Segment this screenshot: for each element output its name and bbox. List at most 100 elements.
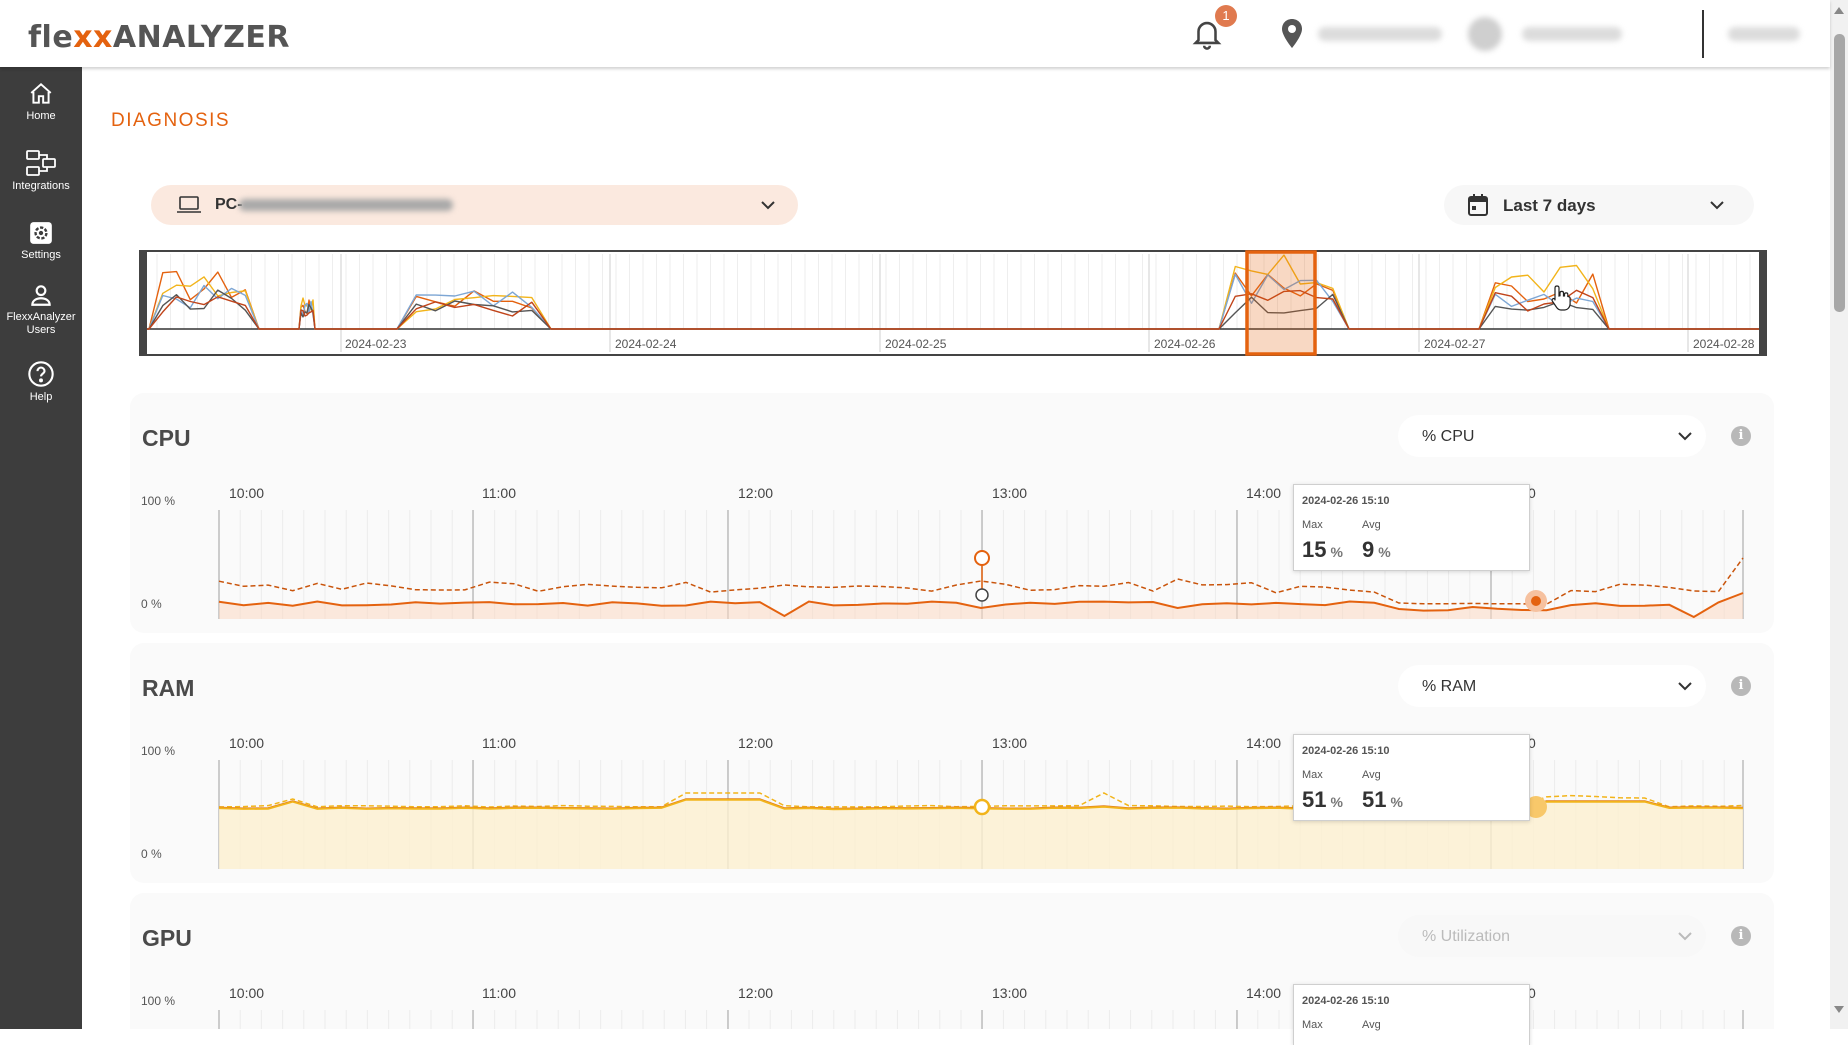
hand-cursor-icon	[1551, 285, 1571, 311]
tooltip-max-label: Max	[1302, 519, 1323, 531]
chevron-down-icon	[1678, 432, 1692, 441]
overview-date-label: 2024-02-23	[345, 337, 407, 351]
info-icon[interactable]: i	[1731, 426, 1751, 446]
settings-icon	[30, 222, 52, 244]
tooltip-avg-label: Avg	[1362, 769, 1381, 781]
chart-tooltip: 2024-02-26 15:10 Max Avg	[1293, 984, 1530, 1045]
header-divider	[1702, 10, 1704, 58]
tooltip-max-value: 15%	[1302, 537, 1343, 562]
user-icon	[31, 285, 51, 306]
y-axis-max-label: 100 %	[141, 994, 176, 1008]
time-label: 11:00	[482, 735, 516, 751]
calendar-icon	[1468, 194, 1488, 216]
time-label: 10:00	[229, 485, 265, 501]
chart-tooltip: 2024-02-26 15:10 Max Avg 15% 9%	[1293, 484, 1530, 571]
overview-date-label: 2024-02-25	[885, 337, 947, 351]
overview-date-label: 2024-02-27	[1424, 337, 1486, 351]
location-pin-icon[interactable]	[1280, 18, 1304, 50]
sidebar-item-help[interactable]: Help	[0, 360, 82, 404]
sidebar-item-label: Users	[26, 324, 56, 336]
time-label: 12:00	[738, 985, 774, 1001]
time-label: 14:00	[1246, 485, 1282, 501]
tenant-text[interactable]	[1728, 27, 1800, 41]
y-axis-max-label: 100 %	[141, 744, 176, 758]
chart-tooltip: 2024-02-26 15:10 Max Avg 51% 51%	[1293, 734, 1530, 821]
time-label: 12:00	[738, 485, 774, 501]
sidebar-item-home[interactable]: Home	[0, 81, 82, 123]
panel-title: GPU	[142, 925, 192, 951]
y-axis-min-label: 0 %	[141, 597, 162, 611]
scrollbar-thumb[interactable]	[1834, 34, 1845, 312]
top-bar: flexxANALYZER 1	[0, 0, 1830, 67]
gpu-panel: GPU % Utilization i 100 % 10:00 11:00 12…	[130, 893, 1774, 1045]
sidebar-item-integrations[interactable]: Integrations	[0, 149, 82, 193]
panel-title: CPU	[142, 425, 191, 451]
gpu-metric-select[interactable]: % Utilization	[1398, 915, 1706, 957]
cpu-panel: CPU % CPU i 100 % 0 % 10:00 11:00 12:00 …	[130, 393, 1774, 633]
tooltip-date: 2024-02-26 15:10	[1302, 745, 1390, 757]
ram-hover-point	[973, 798, 991, 816]
y-axis-max-label: 100 %	[141, 494, 176, 508]
time-label: 14:00	[1246, 985, 1282, 1001]
y-axis-min-label: 0 %	[141, 847, 162, 861]
info-icon[interactable]: i	[1731, 926, 1751, 946]
chevron-down-icon	[1678, 932, 1692, 941]
tooltip-max-label: Max	[1302, 769, 1323, 781]
overview-date-label: 2024-02-24	[615, 337, 677, 351]
sidebar-item-label: Settings	[21, 249, 61, 261]
chevron-down-icon	[761, 201, 775, 210]
sidebar-item-settings[interactable]: Settings	[0, 220, 82, 262]
info-icon[interactable]: i	[1731, 676, 1751, 696]
cpu-hover-point	[974, 550, 990, 566]
scroll-down-icon[interactable]	[1834, 1006, 1844, 1014]
device-name-redacted	[239, 199, 453, 211]
time-label: 13:00	[992, 985, 1028, 1001]
sidebar-item-label: Help	[29, 391, 53, 403]
overview-timeline[interactable]: 2024-02-23 2024-02-24 2024-02-25 2024-02…	[139, 250, 1767, 356]
tooltip-date: 2024-02-26 15:10	[1302, 495, 1390, 507]
notification-badge: 1	[1215, 5, 1237, 27]
ram-panel: RAM % RAM i 100 % 0 % 10:00 11:00 12:00 …	[130, 643, 1774, 883]
laptop-icon	[177, 196, 201, 213]
chevron-down-icon	[1678, 682, 1692, 691]
tooltip-max-label: Max	[1302, 1019, 1323, 1031]
tooltip-avg-label: Avg	[1362, 1019, 1381, 1031]
avatar[interactable]	[1468, 17, 1502, 51]
ram-metric-select[interactable]: % RAM	[1398, 665, 1706, 707]
time-label: 11:00	[482, 485, 516, 501]
overview-date-label: 2024-02-26	[1154, 337, 1216, 351]
tooltip-avg-value: 9%	[1362, 537, 1391, 562]
location-text[interactable]	[1318, 27, 1442, 41]
time-label: 12:00	[738, 735, 774, 751]
metric-select-value: % Utilization	[1422, 928, 1511, 945]
page-title: DIAGNOSIS	[111, 110, 231, 131]
device-select[interactable]: PC-	[151, 185, 798, 225]
metric-select-value: % CPU	[1422, 428, 1475, 445]
sidebar-item-users[interactable]: FlexxAnalyzer Users	[0, 282, 82, 337]
cpu-cursor-point	[1531, 596, 1541, 606]
overview-date-label: 2024-02-28	[1693, 337, 1755, 351]
metric-select-value: % RAM	[1422, 678, 1477, 695]
sidebar-item-label: Integrations	[12, 180, 70, 192]
cpu-metric-select[interactable]: % CPU	[1398, 415, 1706, 457]
overview-right-handle	[1759, 250, 1767, 356]
scroll-up-icon[interactable]	[1834, 6, 1844, 14]
tooltip-max-value: 51%	[1302, 787, 1343, 812]
overview-left-handle	[139, 250, 147, 356]
home-icon	[30, 82, 52, 104]
integrations-icon	[26, 150, 56, 176]
tooltip-avg-value: 51%	[1362, 787, 1403, 812]
chevron-down-icon	[1710, 201, 1724, 210]
help-icon	[28, 361, 54, 387]
date-range-select[interactable]: Last 7 days	[1444, 185, 1754, 225]
sidebar-item-label: Home	[26, 110, 56, 122]
sidebar: Home Integrations Settings FlexxAnalyzer…	[0, 67, 82, 1029]
tooltip-avg-label: Avg	[1362, 519, 1381, 531]
panel-title: RAM	[142, 675, 195, 701]
date-range-value: Last 7 days	[1503, 196, 1596, 215]
time-label: 13:00	[992, 735, 1028, 751]
time-label: 14:00	[1246, 735, 1282, 751]
username-text[interactable]	[1522, 27, 1622, 41]
tooltip-date: 2024-02-26 15:10	[1302, 995, 1390, 1007]
app-logo[interactable]: flexxANALYZER	[28, 20, 290, 55]
